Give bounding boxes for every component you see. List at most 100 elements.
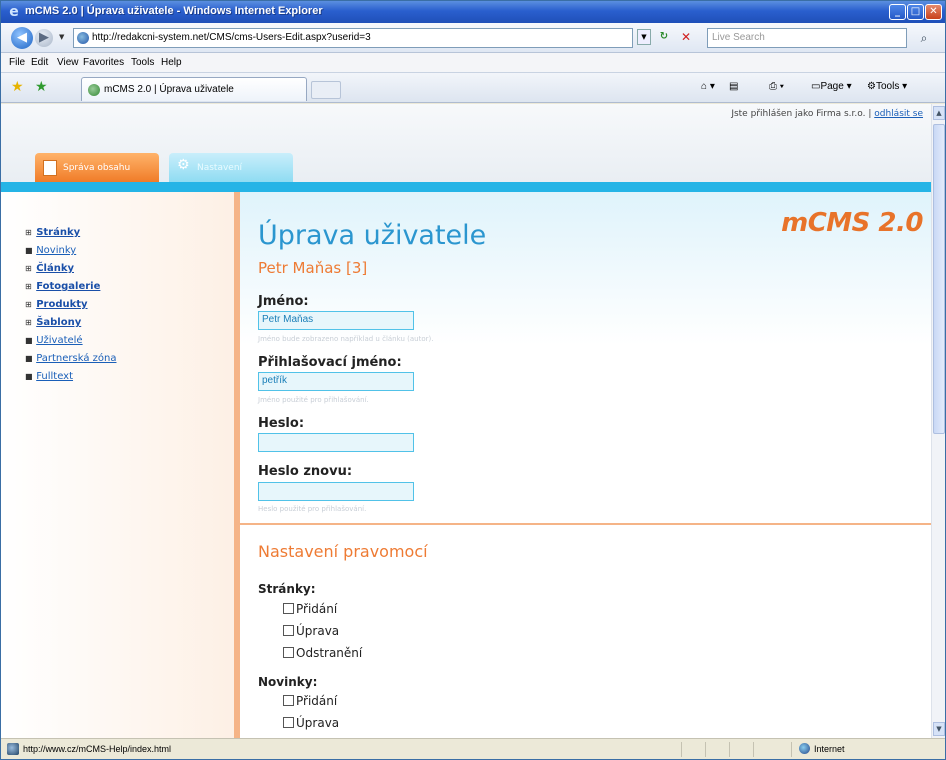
sidebar-item-fotogalerie[interactable]: ⊞ Fotogalerie — [25, 281, 100, 292]
menu-file[interactable]: File — [9, 57, 25, 68]
sidebar-item-uzivatele[interactable]: ■ Uživatelé — [25, 335, 83, 346]
checkbox-box[interactable] — [283, 695, 294, 706]
expand-icon[interactable]: ⊞ — [25, 282, 33, 291]
tools-menu-label: Tools — [875, 81, 900, 92]
sidebar-item-label[interactable]: Produkty — [36, 299, 87, 310]
zone-label: Internet — [814, 744, 845, 754]
menu-edit[interactable]: Edit — [31, 57, 48, 68]
new-tab-button[interactable] — [311, 81, 341, 99]
checkbox-box[interactable] — [283, 603, 294, 614]
page-viewport: Jste přihlášen jako Firma s.r.o. | odhlá… — [1, 104, 931, 738]
tab-current[interactable]: mCMS 2.0 | Úprava uživatele — [81, 77, 307, 101]
scroll-up-icon[interactable]: ▲ — [933, 106, 945, 120]
feeds-icon[interactable]: ▤ — [729, 81, 738, 92]
name-label: Jméno: — [258, 294, 309, 309]
sidebar-item-sablony[interactable]: ⊞ Šablony — [25, 317, 81, 328]
expand-icon[interactable]: ⊞ — [25, 228, 33, 237]
status-separator — [753, 742, 754, 757]
scroll-down-icon[interactable]: ▼ — [933, 722, 945, 736]
page-icon — [77, 32, 89, 44]
expand-icon[interactable]: ⊞ — [25, 264, 33, 273]
checkbox-label: Úprava — [296, 716, 340, 730]
tab-content-management[interactable]: Správa obsahu — [35, 153, 159, 182]
menu-tools[interactable]: Tools — [131, 57, 154, 68]
sidebar-item-label[interactable]: Fotogalerie — [36, 281, 100, 292]
tab-settings-label: Nastavení — [197, 163, 243, 173]
status-text: http://www.cz/mCMS-Help/index.html — [23, 744, 172, 754]
checkbox-stranky-add[interactable]: Přidání — [283, 602, 337, 616]
bullet-icon: ■ — [25, 336, 33, 345]
login-info: Jste přihlášen jako Firma s.r.o. | odhlá… — [731, 109, 923, 119]
sidebar-item-clanky[interactable]: ⊞ Články — [25, 263, 74, 274]
checkbox-stranky-edit[interactable]: Úprava — [283, 624, 339, 638]
sidebar-item-label[interactable]: Šablony — [36, 317, 81, 328]
add-favorites-icon[interactable]: ★ — [35, 79, 48, 95]
checkbox-novinky-edit[interactable]: Úprava — [283, 716, 339, 730]
sidebar-item-label[interactable]: Fulltext — [36, 371, 73, 382]
checkbox-box[interactable] — [283, 625, 294, 636]
password-field[interactable] — [258, 433, 414, 452]
address-dropdown-icon[interactable]: ▼ — [637, 29, 651, 45]
status-page-icon — [7, 743, 19, 755]
vertical-scrollbar[interactable]: ▲ ▼ — [931, 104, 945, 738]
sidebar-item-label[interactable]: Uživatelé — [36, 335, 82, 346]
expand-icon[interactable]: ⊞ — [25, 318, 33, 327]
logout-link[interactable]: odhlásit se — [874, 109, 923, 119]
tab-bar: ★ ★ mCMS 2.0 | Úprava uživatele ⌂ ▾ ▤ ⎙ … — [1, 73, 945, 103]
print-icon[interactable]: ⎙ ▾ — [769, 81, 784, 92]
address-toolbar: ◀ ▶ ▼ http://redakcni-system.net/CMS/cms… — [1, 23, 945, 53]
sidebar-item-fulltext[interactable]: ■ Fulltext — [25, 371, 73, 382]
search-input[interactable]: Live Search — [707, 28, 907, 48]
scroll-thumb[interactable] — [933, 124, 945, 434]
search-icon[interactable]: ⌕ — [913, 28, 935, 48]
sidebar-item-produkty[interactable]: ⊞ Produkty — [25, 299, 88, 310]
history-dropdown-icon[interactable]: ▼ — [59, 33, 64, 41]
status-bar: http://www.cz/mCMS-Help/index.html Inter… — [1, 738, 945, 759]
forward-button[interactable]: ▶ — [35, 29, 53, 47]
page-menu-label: Page — [820, 81, 844, 92]
login-field[interactable]: petřík — [258, 372, 414, 391]
sidebar-item-partnerska-zona[interactable]: ■ Partnerská zóna — [25, 353, 117, 364]
address-field[interactable]: http://redakcni-system.net/CMS/cms-Users… — [73, 28, 633, 48]
security-zone: Internet — [799, 743, 845, 754]
checkbox-stranky-delete[interactable]: Odstranění — [283, 646, 362, 660]
cms-logo: mCMS 2.0 — [781, 208, 923, 238]
sidebar-item-label[interactable]: Partnerská zóna — [36, 353, 116, 364]
sidebar: ⊞ Stránky ■ Novinky ⊞ Články ⊞ Fotogaler… — [1, 192, 234, 738]
home-icon[interactable]: ⌂ ▾ — [701, 81, 715, 92]
login-label: Přihlašovací jméno: — [258, 355, 402, 370]
status-separator — [705, 742, 706, 757]
close-button[interactable]: ✕ — [925, 4, 942, 20]
tab-settings[interactable]: ⚙ Nastavení — [169, 153, 293, 182]
tools-menu-button[interactable]: ⚙Tools ▾ — [867, 81, 907, 92]
group-label-stranky: Stránky: — [258, 582, 316, 596]
favorites-star-icon[interactable]: ★ — [11, 79, 24, 95]
password-again-field[interactable] — [258, 482, 414, 501]
login-text: Jste přihlášen jako Firma s.r.o. | — [731, 109, 872, 119]
sidebar-item-label[interactable]: Články — [36, 263, 74, 274]
password-hint: Heslo použité pro přihlašování. — [258, 505, 367, 513]
menu-view[interactable]: View — [57, 57, 79, 68]
maximize-button[interactable]: □ — [907, 4, 924, 20]
status-separator — [729, 742, 730, 757]
ie-logo-icon: e — [9, 4, 19, 20]
permissions-title: Nastavení pravomocí — [258, 542, 428, 561]
minimize-button[interactable]: _ — [889, 4, 906, 20]
page-menu-button[interactable]: ▭Page ▾ — [811, 81, 852, 92]
sidebar-item-label[interactable]: Stránky — [36, 227, 80, 238]
menu-favorites[interactable]: Favorites — [83, 57, 124, 68]
browser-window: e mCMS 2.0 | Úprava uživatele - Windows … — [0, 0, 946, 760]
sidebar-item-stranky[interactable]: ⊞ Stránky — [25, 227, 80, 238]
sidebar-item-novinky[interactable]: ■ Novinky — [25, 245, 76, 256]
sidebar-item-label[interactable]: Novinky — [36, 245, 76, 256]
expand-icon[interactable]: ⊞ — [25, 300, 33, 309]
checkbox-box[interactable] — [283, 647, 294, 658]
checkbox-novinky-add[interactable]: Přidání — [283, 694, 337, 708]
back-button[interactable]: ◀ — [11, 27, 33, 49]
checkbox-box[interactable] — [283, 717, 294, 728]
refresh-icon[interactable]: ↻ — [655, 29, 673, 45]
stop-icon[interactable]: ✕ — [677, 29, 695, 45]
menu-help[interactable]: Help — [161, 57, 182, 68]
name-field[interactable]: Petr Maňas — [258, 311, 414, 330]
section-divider — [240, 523, 931, 525]
